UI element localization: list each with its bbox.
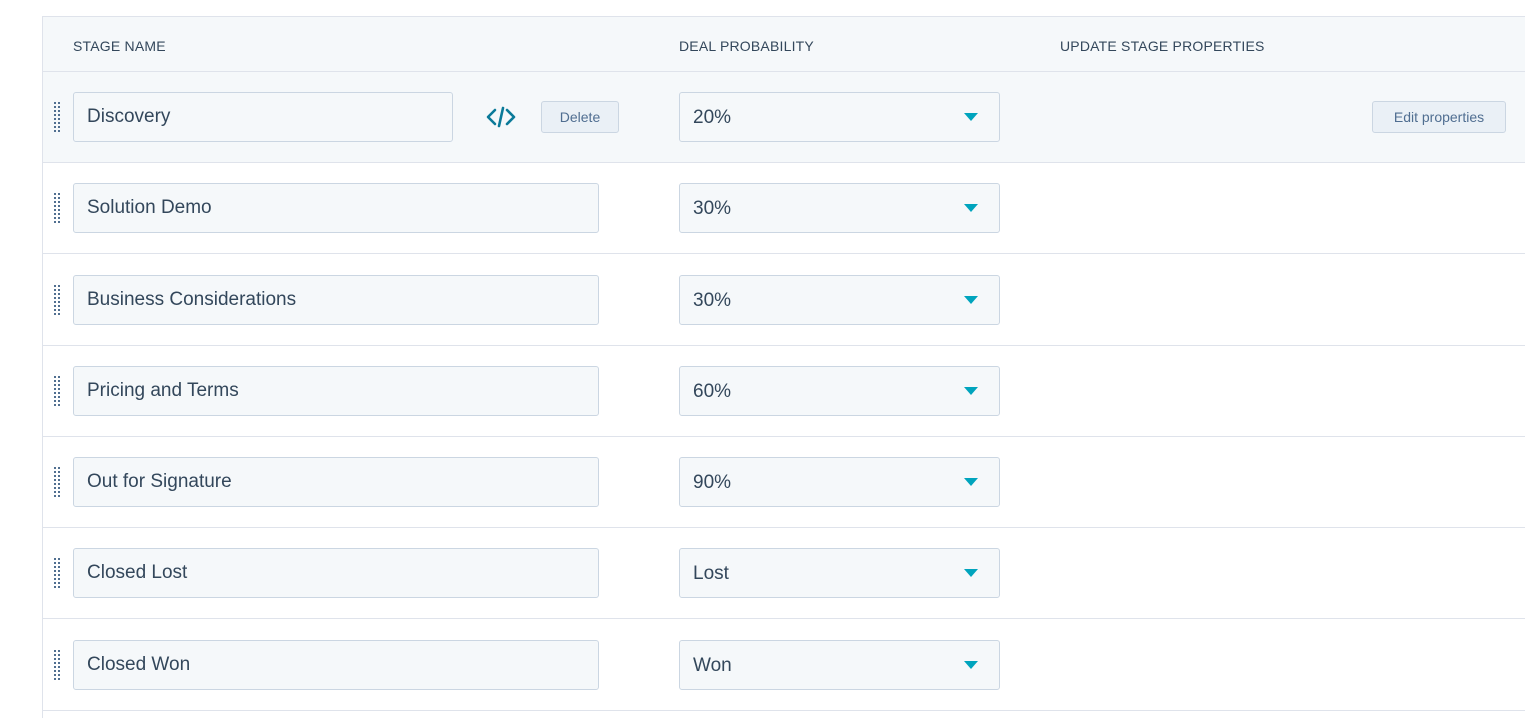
caret-down-icon <box>964 478 978 486</box>
stage-name-input[interactable] <box>73 92 453 142</box>
caret-down-icon <box>964 661 978 669</box>
deal-probability-select[interactable]: Won <box>679 640 1000 690</box>
stage-name-input[interactable] <box>73 275 599 325</box>
deal-probability-value: Won <box>693 655 732 676</box>
caret-down-icon <box>964 113 978 121</box>
deal-probability-select[interactable]: 20% <box>679 92 1000 142</box>
deal-probability-select[interactable]: 60% <box>679 366 1000 416</box>
stage-name-input[interactable] <box>73 640 599 690</box>
deal-probability-value: 90% <box>693 472 732 493</box>
drag-handle-icon[interactable] <box>54 650 60 680</box>
deal-probability-select[interactable]: 30% <box>679 275 1000 325</box>
stage-name-input[interactable] <box>73 183 599 233</box>
stage-row-closed-lost: Lost <box>43 528 1525 619</box>
caret-down-icon <box>964 387 978 395</box>
stage-row-closed-won: Won <box>43 620 1525 711</box>
deal-probability-select[interactable]: Lost <box>679 548 1000 598</box>
drag-handle-icon[interactable] <box>54 558 60 588</box>
caret-down-icon <box>964 569 978 577</box>
delete-button[interactable]: Delete <box>541 101 619 133</box>
stage-row-business-considerations: 30% <box>43 255 1525 346</box>
deal-probability-value: 20% <box>693 107 732 128</box>
drag-handle-icon[interactable] <box>54 193 60 223</box>
header-stage-name: STAGE NAME <box>73 38 166 54</box>
stage-name-input[interactable] <box>73 366 599 416</box>
stage-name-input[interactable] <box>73 548 599 598</box>
stages-table: STAGE NAME DEAL PROBABILITY UPDATE STAGE… <box>42 16 1525 718</box>
deal-probability-value: 30% <box>693 290 732 311</box>
code-embed-icon[interactable] <box>485 105 517 129</box>
drag-handle-icon[interactable] <box>54 285 60 315</box>
deal-probability-select[interactable]: 30% <box>679 183 1000 233</box>
drag-handle-icon[interactable] <box>54 376 60 406</box>
deal-probability-select[interactable]: 90% <box>679 457 1000 507</box>
caret-down-icon <box>964 204 978 212</box>
edit-properties-button[interactable]: Edit properties <box>1372 101 1506 133</box>
deal-probability-value: 60% <box>693 381 732 402</box>
deal-probability-value: 30% <box>693 198 732 219</box>
deal-probability-value: Lost <box>693 563 729 584</box>
header-update-stage-properties: UPDATE STAGE PROPERTIES <box>1060 38 1265 54</box>
drag-handle-icon[interactable] <box>54 102 60 132</box>
stage-row-pricing-and-terms: 60% <box>43 346 1525 437</box>
stage-row-discovery: Delete 20% Edit properties <box>43 72 1525 163</box>
table-header: STAGE NAME DEAL PROBABILITY UPDATE STAGE… <box>43 17 1525 72</box>
caret-down-icon <box>964 296 978 304</box>
drag-handle-icon[interactable] <box>54 467 60 497</box>
stage-row-out-for-signature: 90% <box>43 437 1525 528</box>
stage-name-input[interactable] <box>73 457 599 507</box>
stage-row-solution-demo: 30% <box>43 163 1525 254</box>
header-deal-probability: DEAL PROBABILITY <box>679 38 814 54</box>
